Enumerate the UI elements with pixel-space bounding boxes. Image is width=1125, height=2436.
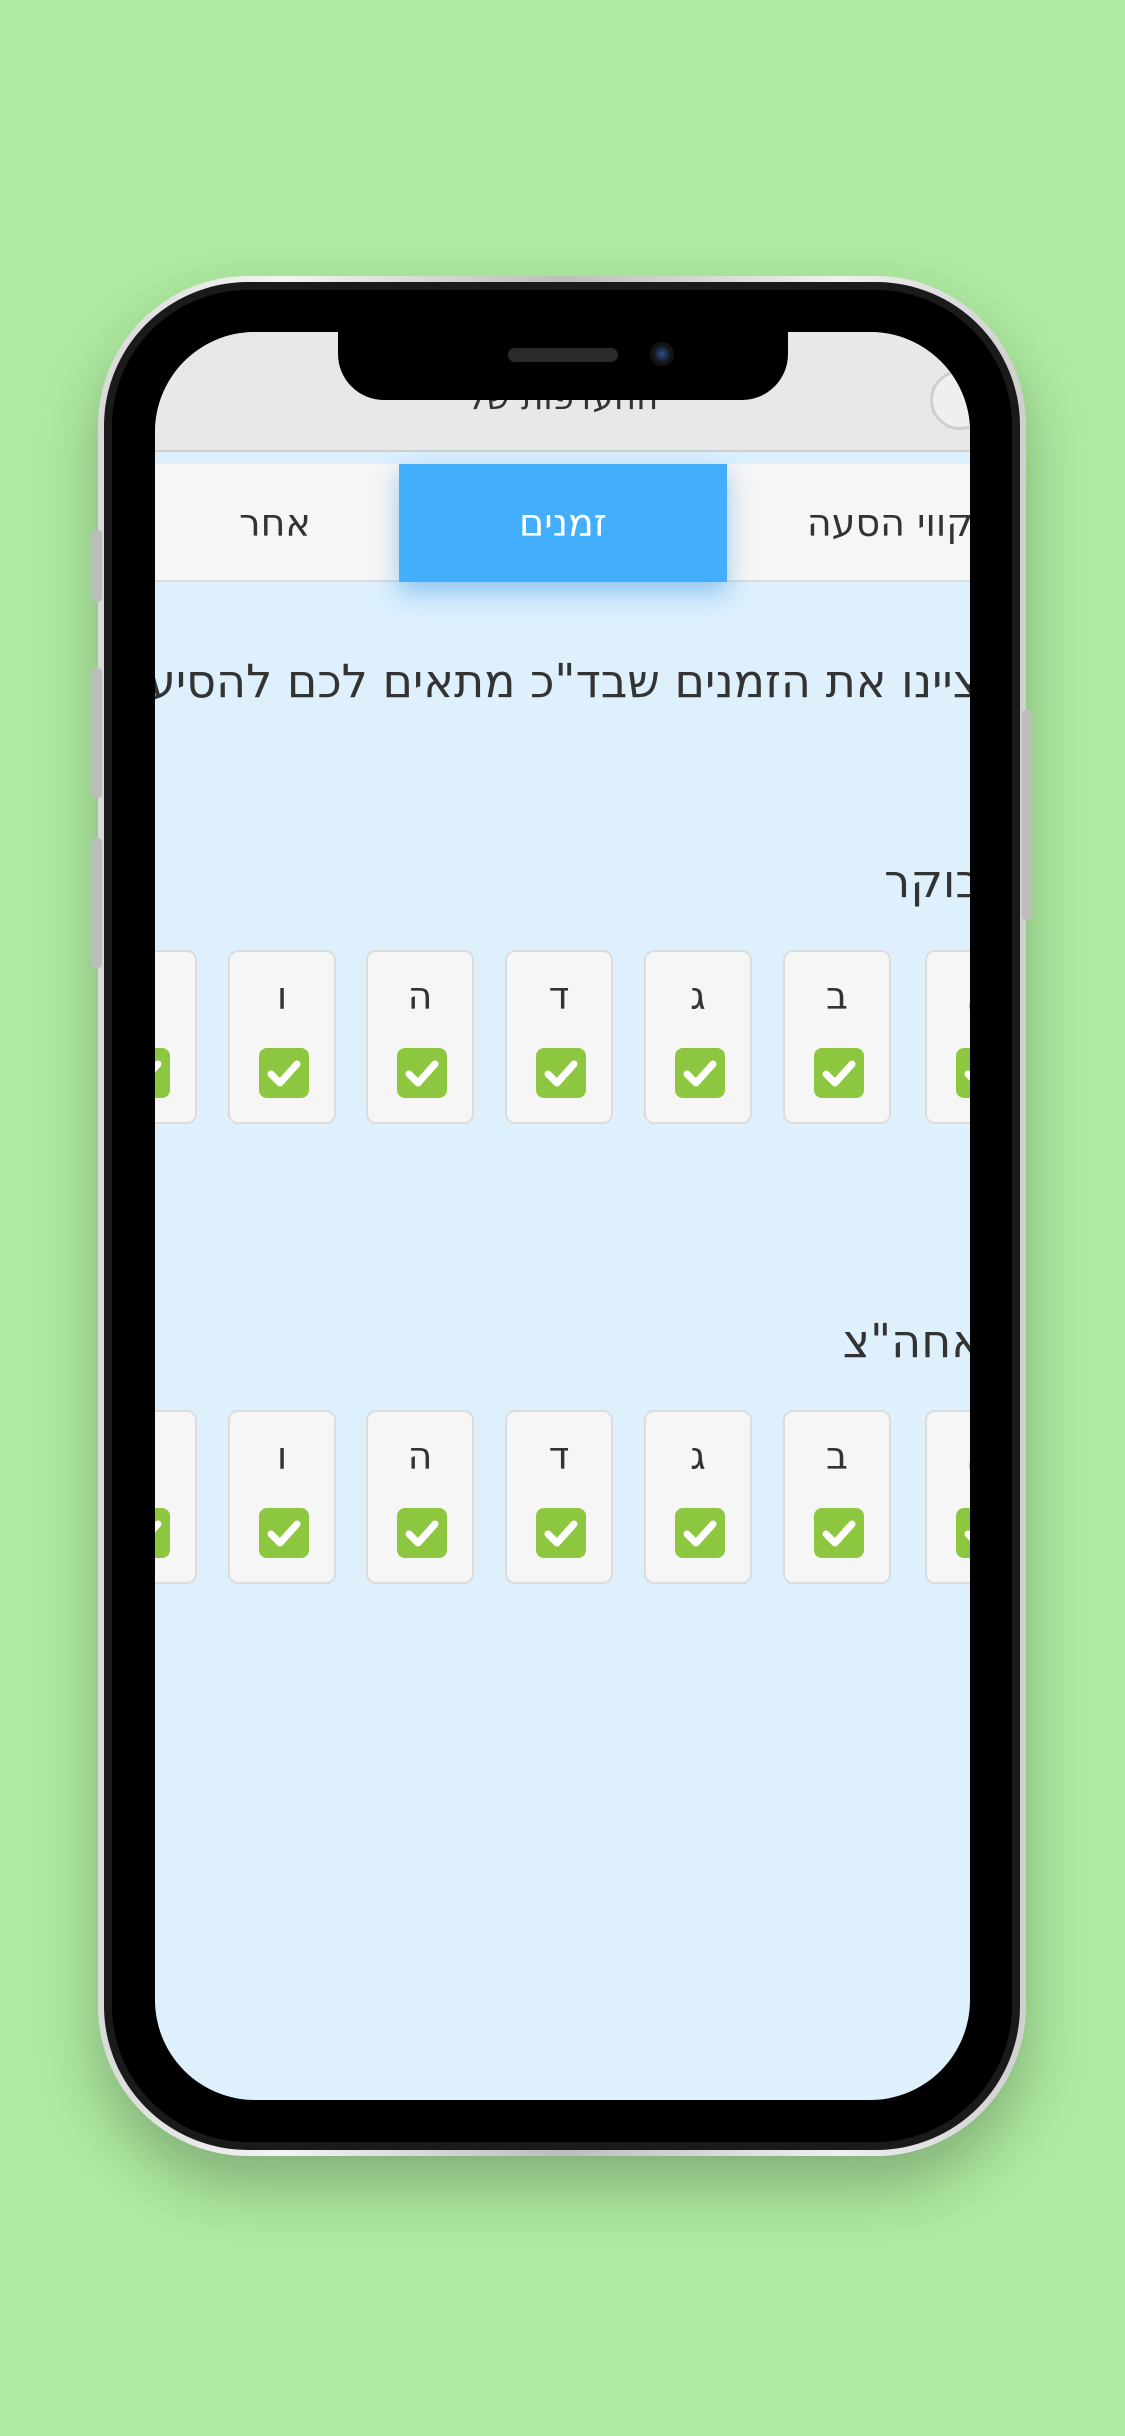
volume-up-button bbox=[92, 668, 102, 798]
tab-routes[interactable]: קווי הסעה bbox=[770, 464, 970, 582]
front-camera bbox=[650, 342, 674, 366]
day-label: ד bbox=[548, 974, 570, 1018]
day-card[interactable]: ד bbox=[505, 950, 613, 1124]
day-label: ב bbox=[826, 1434, 848, 1478]
intro-text: ציינו את הזמנים שבד"כ מתאים לכם להסיע bbox=[155, 654, 970, 708]
checkbox-checked-icon[interactable] bbox=[814, 1508, 864, 1558]
checkbox-checked-icon[interactable] bbox=[814, 1048, 864, 1098]
day-card[interactable]: ה bbox=[366, 950, 474, 1124]
day-label: א bbox=[927, 974, 970, 1018]
day-card[interactable]: א bbox=[925, 1410, 970, 1584]
day-label: ש bbox=[155, 974, 195, 1018]
day-card[interactable]: ה bbox=[366, 1410, 474, 1584]
day-card[interactable]: ב bbox=[783, 950, 891, 1124]
checkbox-checked-icon[interactable] bbox=[956, 1048, 970, 1098]
speaker-grille bbox=[508, 348, 618, 362]
day-card[interactable]: ש bbox=[155, 950, 197, 1124]
checkbox-checked-icon[interactable] bbox=[956, 1508, 970, 1558]
day-label: ש bbox=[155, 1434, 195, 1478]
power-button bbox=[1022, 710, 1032, 920]
tab-other[interactable]: אחר bbox=[195, 464, 355, 582]
checkbox-checked-icon[interactable] bbox=[155, 1508, 170, 1558]
day-label: א bbox=[927, 1434, 970, 1478]
checkbox-checked-icon[interactable] bbox=[675, 1508, 725, 1558]
checkbox-checked-icon[interactable] bbox=[536, 1508, 586, 1558]
tab-times[interactable]: זמנים bbox=[399, 464, 727, 582]
checkbox-checked-icon[interactable] bbox=[259, 1508, 309, 1558]
checkbox-checked-icon[interactable] bbox=[675, 1048, 725, 1098]
day-row-afternoon: א ב ג ד ה ו ש bbox=[155, 1410, 970, 1586]
notch bbox=[338, 330, 788, 400]
day-card[interactable]: ב bbox=[783, 1410, 891, 1584]
day-row-morning: א ב ג ד ה ו ש bbox=[155, 950, 970, 1126]
volume-down-button bbox=[92, 838, 102, 968]
checkbox-checked-icon[interactable] bbox=[536, 1048, 586, 1098]
day-card[interactable]: ש bbox=[155, 1410, 197, 1584]
day-label: ו bbox=[276, 1434, 288, 1478]
day-card[interactable]: א bbox=[925, 950, 970, 1124]
day-label: ג bbox=[690, 1434, 706, 1478]
day-label: ב bbox=[826, 974, 848, 1018]
day-card[interactable]: ו bbox=[228, 950, 336, 1124]
day-card[interactable]: ו bbox=[228, 1410, 336, 1584]
day-card[interactable]: ג bbox=[644, 950, 752, 1124]
tab-bar: קווי הסעה זמנים אחר bbox=[155, 464, 970, 582]
day-label: ד bbox=[548, 1434, 570, 1478]
checkbox-checked-icon[interactable] bbox=[155, 1048, 170, 1098]
section-title-morning: בוקר bbox=[884, 854, 970, 908]
day-label: ה bbox=[407, 974, 433, 1018]
day-label: ה bbox=[407, 1434, 433, 1478]
checkbox-checked-icon[interactable] bbox=[397, 1048, 447, 1098]
day-label: ג bbox=[690, 974, 706, 1018]
checkbox-checked-icon[interactable] bbox=[397, 1508, 447, 1558]
app-screen: ההעדפות של קווי הסעה זמנים אחר ציינו את … bbox=[155, 332, 970, 2100]
checkbox-checked-icon[interactable] bbox=[259, 1048, 309, 1098]
day-card[interactable]: ג bbox=[644, 1410, 752, 1584]
day-card[interactable]: ד bbox=[505, 1410, 613, 1584]
day-label: ו bbox=[276, 974, 288, 1018]
mute-switch bbox=[92, 530, 102, 602]
section-title-afternoon: אחה"צ bbox=[842, 1314, 970, 1368]
